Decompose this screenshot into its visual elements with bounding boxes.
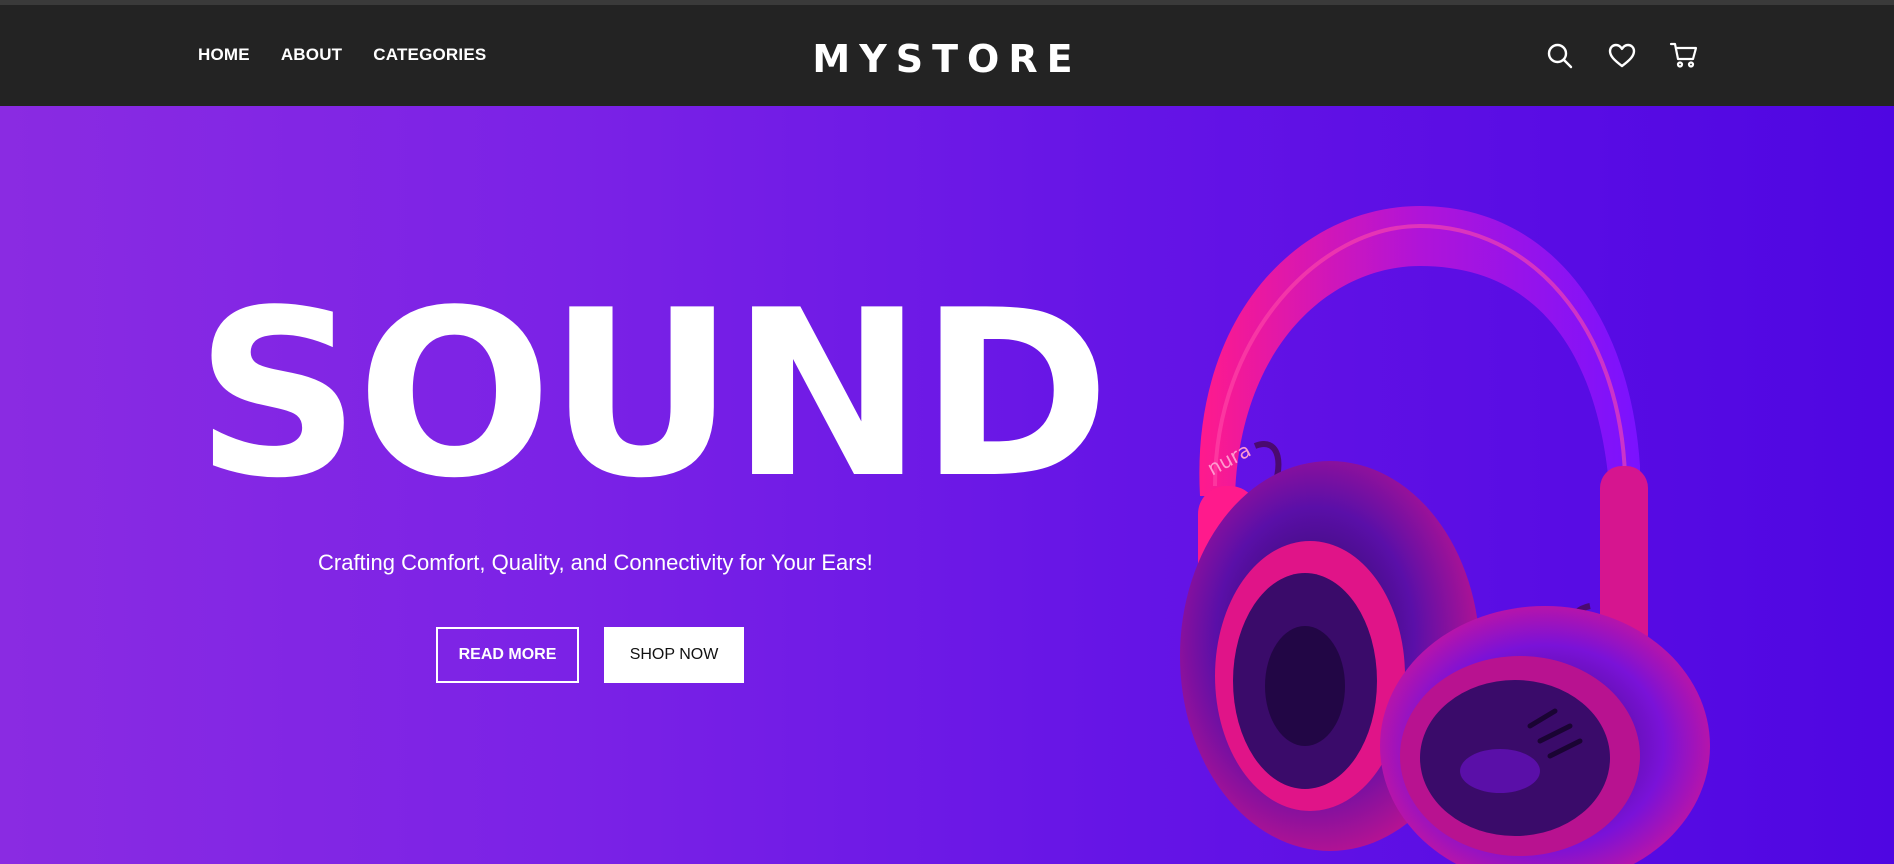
hero-buttons: READ MORE SHOP NOW	[436, 627, 744, 683]
hero-subtitle: Crafting Comfort, Quality, and Connectiv…	[318, 550, 873, 575]
navbar: HOME ABOUT CATEGORIES MYSTORE	[0, 5, 1894, 106]
shop-now-button[interactable]: SHOP NOW	[604, 627, 744, 683]
cart-icon[interactable]	[1669, 41, 1699, 71]
read-more-button[interactable]: READ MORE	[436, 627, 579, 683]
heart-icon[interactable]	[1607, 41, 1637, 71]
nav-icons	[1545, 41, 1699, 71]
search-icon[interactable]	[1545, 41, 1575, 71]
hero-section: SOUND Crafting Comfort, Quality, and Con…	[0, 106, 1894, 864]
headphones-product-image: nura	[1180, 206, 1710, 864]
hero-title: SOUND	[195, 262, 1110, 529]
